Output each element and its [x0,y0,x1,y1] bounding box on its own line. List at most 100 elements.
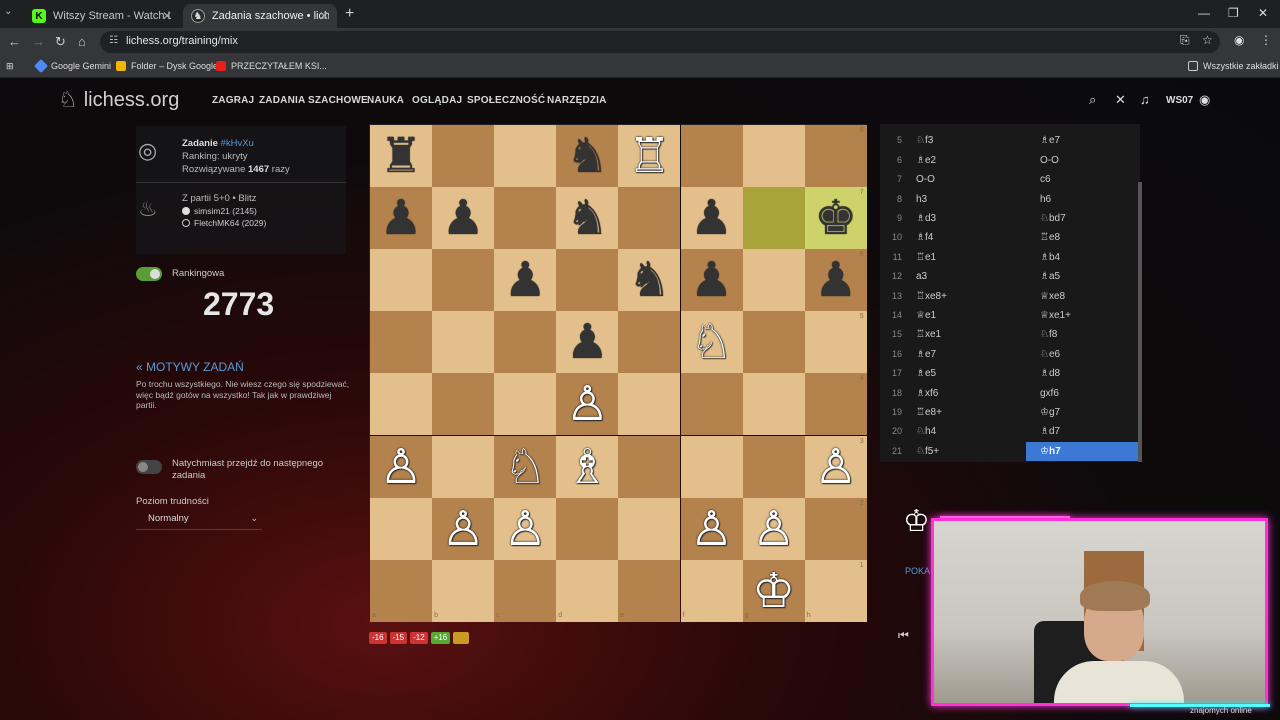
black-move[interactable]: ♕xe1+ [1026,306,1138,325]
square-h1[interactable] [804,559,867,622]
restore-icon[interactable]: ❐ [1228,6,1239,20]
auto-next-toggle[interactable] [136,460,162,474]
square-d6[interactable] [556,249,619,312]
reload-icon[interactable]: ↻ [55,34,66,50]
black-move[interactable]: ♗d7 [1026,422,1138,441]
square-b8[interactable] [432,125,495,188]
white-move[interactable]: ♖e1 [916,252,936,263]
browser-tab-lichess[interactable]: ♞ Zadania szachowe • lichess.org ✕ [183,4,337,28]
nav-puzzles[interactable]: ZADANIA SZACHOWE [259,95,368,106]
square-f1[interactable] [680,559,743,622]
white-move[interactable]: ♗f4 [916,232,933,243]
white-move[interactable]: ♖xe8+ [916,291,947,302]
black-move[interactable]: ♕xe8 [1026,287,1138,306]
white-move[interactable]: a3 [916,271,927,282]
white-player[interactable]: simsim21 (2145) [182,206,257,216]
white-move[interactable]: ♘f3 [916,135,933,146]
square-a6[interactable] [370,249,433,312]
square-c5[interactable] [494,311,557,374]
browser-tab-kick[interactable]: K Witszy Stream - Watch Live on Kick ✕ [24,4,180,28]
square-a2[interactable] [370,497,433,560]
show-solution-link[interactable]: POKA [905,566,930,576]
black-move[interactable]: h6 [1026,190,1138,209]
white-move[interactable]: h3 [916,194,927,205]
black-move[interactable]: ♗b4 [1026,248,1138,267]
game-info-link[interactable]: Z partii 5+0 • Blitz [182,193,256,204]
black-move[interactable]: ♘e6 [1026,345,1138,364]
square-b4[interactable] [432,373,495,436]
home-icon[interactable]: ⌂ [78,34,86,49]
square-e4[interactable] [618,373,681,436]
black-move[interactable]: ♗e7 [1026,131,1138,150]
profile-icon[interactable]: ◉ [1234,33,1244,47]
piece-a3[interactable]: ♙ [370,436,432,498]
square-e7[interactable] [618,187,681,250]
white-move[interactable]: ♘h4 [916,426,936,437]
piece-a8[interactable]: ♜ [370,125,432,187]
current-move[interactable]: ♔h7 [1026,441,1138,462]
square-g8[interactable] [742,125,805,188]
piece-b7[interactable]: ♟ [432,187,494,249]
rated-toggle[interactable] [136,267,162,281]
eval-badge[interactable] [453,632,470,644]
nav-community[interactable]: SPOŁECZNOŚĆ [467,95,545,106]
black-move[interactable]: c6 [1026,124,1138,131]
black-player[interactable]: FletchMK64 (2029) [182,218,266,228]
square-h4[interactable] [804,373,867,436]
forward-icon[interactable]: → [32,34,45,49]
square-g5[interactable] [742,311,805,374]
menu-icon[interactable]: ⋮ [1260,33,1272,47]
install-app-icon[interactable]: ⎘ [1180,33,1190,48]
bookmark-star-icon[interactable]: ☆ [1202,33,1213,47]
square-c8[interactable] [494,125,557,188]
square-f4[interactable] [680,373,743,436]
square-d1[interactable] [556,559,619,622]
black-move[interactable]: ♔g7 [1026,403,1138,422]
nav-learn[interactable]: NAUKA [367,95,404,106]
white-move[interactable]: ♘f5+ [916,446,939,457]
piece-h6[interactable]: ♟ [805,249,867,311]
all-bookmarks[interactable]: Wszystkie zakładki [1188,61,1279,71]
back-icon[interactable]: ← [8,34,21,49]
black-move[interactable]: gxf6 [1026,384,1138,403]
piece-f2[interactable]: ♙ [681,498,743,560]
first-move-icon[interactable]: ⏮ [898,628,909,643]
piece-f6[interactable]: ♟ [681,249,743,311]
square-h8[interactable] [804,125,867,188]
square-g7[interactable] [742,187,805,250]
square-g6[interactable] [742,249,805,312]
black-move[interactable]: ♘f8 [1026,325,1138,344]
black-move[interactable]: O-O [1026,151,1138,170]
piece-c6[interactable]: ♟ [494,249,556,311]
piece-d4[interactable]: ♙ [556,373,618,435]
piece-e8[interactable]: ♖ [618,125,680,187]
square-a4[interactable] [370,373,433,436]
black-move[interactable]: ♗a5 [1026,267,1138,286]
square-a5[interactable] [370,311,433,374]
square-e1[interactable] [618,559,681,622]
square-d2[interactable] [556,497,619,560]
square-c4[interactable] [494,373,557,436]
piece-f7[interactable]: ♟ [681,187,743,249]
square-g3[interactable] [742,435,805,498]
site-logo[interactable]: ♘ lichess.org [58,87,179,113]
url-field[interactable]: ☷ lichess.org/training/mix [100,31,1220,53]
white-move[interactable]: ♗e7 [916,349,936,360]
piece-a7[interactable]: ♟ [370,187,432,249]
square-f8[interactable] [680,125,743,188]
eval-badge[interactable]: -16 [369,632,387,644]
square-c1[interactable] [494,559,557,622]
piece-g2[interactable]: ♙ [743,498,805,560]
user-avatar-icon[interactable]: ◉ [1199,92,1210,108]
white-move[interactable]: ♖e8+ [916,407,942,418]
nav-play[interactable]: ZAGRAJ [212,95,254,106]
user-menu[interactable]: WS07 [1166,95,1193,106]
black-move[interactable]: ♗d8 [1026,364,1138,383]
black-move[interactable]: ♘bd7 [1026,209,1138,228]
difficulty-select[interactable]: Normalny ⌄ [136,510,262,530]
white-move[interactable]: ♗xf6 [916,388,938,399]
nav-tools[interactable]: NARZĘDZIA [547,95,607,106]
square-f3[interactable] [680,435,743,498]
close-tab-icon[interactable]: ✕ [162,9,172,23]
white-move[interactable]: d4 [916,124,927,127]
